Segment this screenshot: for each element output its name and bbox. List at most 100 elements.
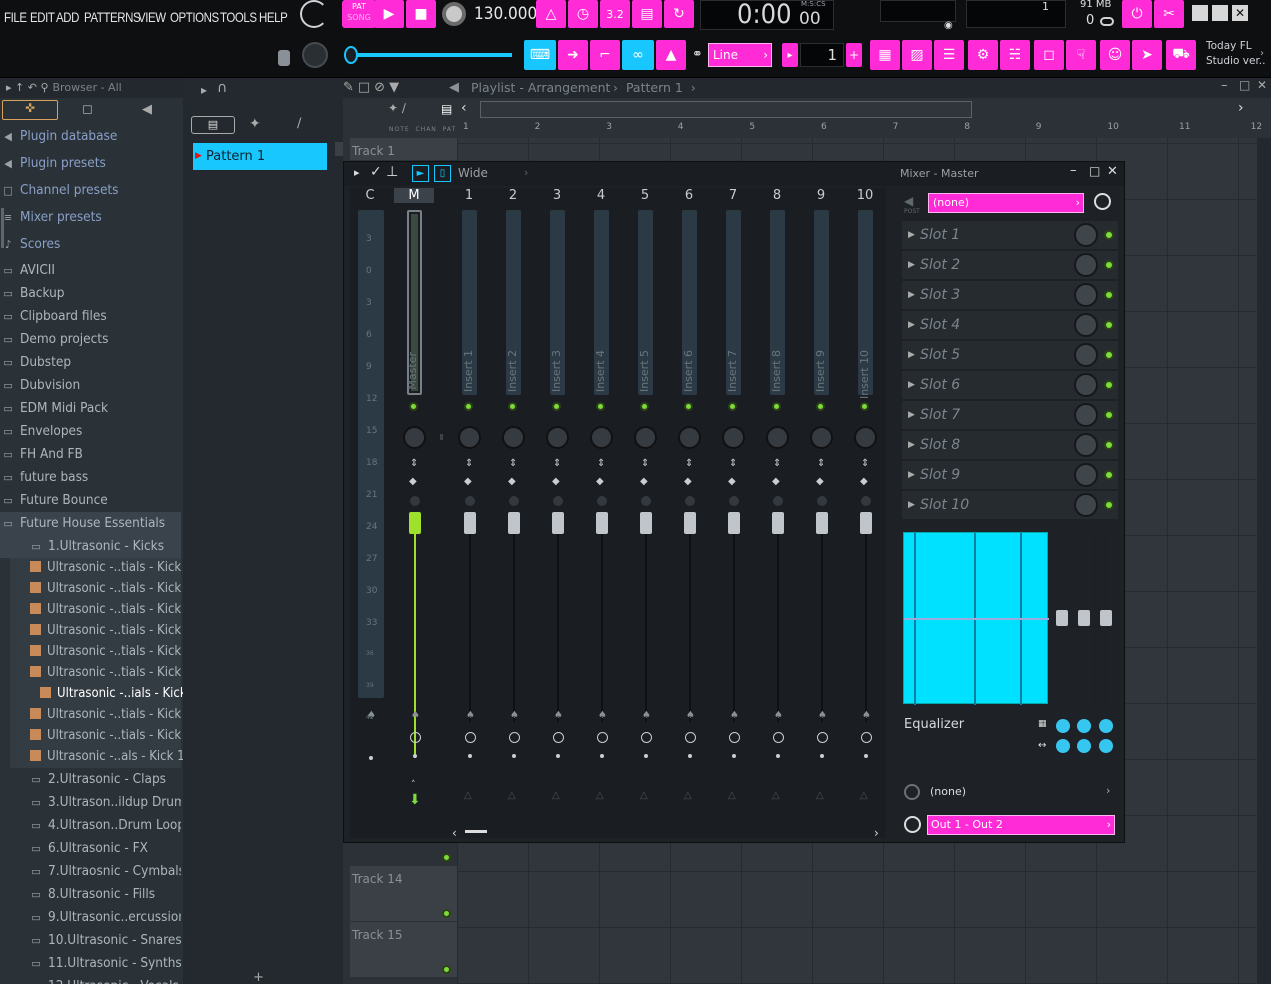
route-arrow-icon[interactable]: △ [728, 790, 736, 801]
browser-item[interactable]: ▭ Clipboard files [0, 305, 181, 328]
stereo-knob[interactable] [410, 496, 420, 506]
latency-clock-icon[interactable] [773, 732, 784, 743]
pattern-item[interactable]: ▶ Pattern 1 [193, 143, 327, 170]
sample-file[interactable]: Ultrasonic -..tials - Kick 4 [10, 621, 192, 642]
sample-file[interactable]: Ultrasonic -..ials - Kick 7 [10, 684, 198, 705]
time-ruler[interactable]: 1 2 3 4 5 6 7 8 9 10 11 12 [461, 122, 1271, 136]
stereo-swap-icon[interactable]: ⇕ [861, 459, 869, 469]
eq-bandwidth-knob[interactable] [1056, 719, 1070, 733]
effect-slot[interactable]: ▶ Slot 2 [902, 251, 1118, 279]
pan-knob[interactable] [546, 426, 569, 449]
snap-selector[interactable]: Line › [708, 43, 772, 67]
eq-freq-knob[interactable] [1077, 739, 1091, 753]
stereo-knob[interactable] [465, 496, 475, 506]
channel-header[interactable]: 2 [493, 188, 533, 203]
insert-enable-led[interactable] [640, 402, 649, 411]
slot-mix-knob[interactable] [1074, 343, 1098, 367]
pattern-view-piano[interactable]: ▤ [191, 116, 235, 134]
effect-slot[interactable]: ▶ Slot 10 [902, 491, 1118, 519]
route-dot[interactable] [732, 754, 736, 758]
channel-header[interactable]: 5 [625, 188, 665, 203]
arm-record-icon[interactable]: ♠ [554, 710, 563, 721]
route-up-icon[interactable]: ˄ [411, 780, 416, 790]
browser-tab-files[interactable]: ◻ [82, 102, 93, 117]
channel-header[interactable]: 1 [449, 188, 489, 203]
pattern-number[interactable]: 1 [800, 43, 844, 67]
menu-patterns[interactable]: PATTERNS [84, 9, 141, 25]
browser-item[interactable]: ▭ Dubvision [0, 374, 181, 397]
route-arrow-icon[interactable]: △ [684, 790, 692, 801]
audio-clip-icon[interactable]: ✦ [249, 116, 261, 132]
sep-icon[interactable]: ◆ [508, 476, 516, 487]
step-edit-button[interactable]: ▤ [632, 0, 662, 28]
pattern-scroll-handle[interactable] [335, 142, 343, 156]
effect-slot[interactable]: ▶ Slot 6 [902, 371, 1118, 399]
browser-item[interactable]: ◀ Plugin database [0, 125, 181, 148]
browser-item[interactable]: ♪ Scores [0, 233, 181, 256]
playlist-button[interactable]: ▦ [870, 40, 900, 70]
slot-mix-knob[interactable] [1074, 403, 1098, 427]
effect-slot[interactable]: ▶ Slot 1 [902, 221, 1118, 249]
input-preset-selector[interactable]: (none) › [928, 193, 1084, 213]
insert-enable-led[interactable] [816, 402, 825, 411]
send-preset-value[interactable]: (none) [930, 785, 966, 798]
sep-icon[interactable]: ◆ [816, 476, 824, 487]
sample-file[interactable]: Ultrasonic -..tials - Kick 3 [10, 600, 192, 621]
browser-tab-plugins[interactable]: ◀ [142, 102, 152, 117]
slot-enable-led[interactable] [1104, 500, 1114, 510]
browser-folder[interactable]: ▭ 2.Ultrasonic - Claps [0, 768, 181, 791]
view-mode-a-button[interactable]: ► [412, 165, 429, 182]
stereo-swap-icon[interactable]: ⇕ [465, 459, 473, 469]
channel-header[interactable]: M [394, 188, 434, 203]
blend-notes-button[interactable]: ⌐ [590, 40, 620, 70]
stereo-swap-icon[interactable]: ⇕ [729, 459, 737, 469]
browser-item[interactable]: ▭ Demo projects [0, 328, 181, 351]
browser-folder[interactable]: ▭ 4.Ultrason..Drum Loops [0, 814, 181, 837]
mixer-tool-icons[interactable]: ✓ ⊥ [370, 164, 398, 180]
browser-nav-icon[interactable]: ▸ ↑ ↶ ⚲ [6, 81, 49, 94]
menu-view[interactable]: VIEW [138, 9, 166, 25]
multilink-button[interactable]: ∞ [622, 40, 654, 70]
latency-clock-icon[interactable] [597, 732, 608, 743]
sample-file[interactable]: Ultrasonic -..als - Kick 10 [10, 747, 192, 768]
route-dot[interactable] [600, 754, 604, 758]
plugin-db-button[interactable]: ☟ [1066, 40, 1096, 70]
eq-low-fader[interactable] [1056, 610, 1068, 626]
track-header-14[interactable]: Track 14 [350, 866, 457, 921]
route-arrow-icon[interactable]: △ [596, 790, 604, 801]
sample-file[interactable]: Ultrasonic -..tials - Kick 5 [10, 642, 192, 663]
stereo-swap-icon[interactable]: ⇕ [641, 459, 649, 469]
route-dot[interactable] [512, 754, 516, 758]
maximize-button[interactable] [1212, 5, 1228, 21]
browser-item[interactable]: ▭ EDM Midi Pack [0, 397, 181, 420]
browser-tab-all[interactable]: ✜ [2, 100, 58, 120]
track-14-led[interactable] [442, 909, 451, 918]
slot-mix-knob[interactable] [1074, 253, 1098, 277]
stereo-knob[interactable] [641, 496, 651, 506]
insert-enable-led[interactable] [409, 402, 418, 411]
stereo-swap-icon[interactable]: ⇕ [509, 459, 517, 469]
stereo-knob[interactable] [597, 496, 607, 506]
strips-scroll-right[interactable]: › [874, 826, 879, 840]
slot-mix-knob[interactable] [1074, 313, 1098, 337]
pan-knob[interactable] [590, 426, 613, 449]
stereo-swap-icon[interactable]: ⇕ [553, 459, 561, 469]
route-dot[interactable] [864, 754, 868, 758]
sep-icon[interactable]: ◆ [684, 476, 692, 487]
sep-icon[interactable]: ◆ [772, 476, 780, 487]
pan-knob[interactable] [634, 426, 657, 449]
arm-record-icon[interactable]: ♠ [411, 710, 420, 721]
pan-knob[interactable] [722, 426, 745, 449]
channel-rack-button[interactable]: ☰ [934, 40, 964, 70]
eq-bandwidth-knob[interactable] [1077, 719, 1091, 733]
menu-help[interactable]: HELP [259, 9, 288, 25]
browser-item[interactable]: ◀ Plugin presets [0, 152, 181, 175]
slot-enable-led[interactable] [1104, 320, 1114, 330]
slot-enable-led[interactable] [1104, 410, 1114, 420]
slot-enable-led[interactable] [1104, 350, 1114, 360]
arm-record-icon[interactable]: ♠ [510, 710, 519, 721]
insert-enable-led[interactable] [728, 402, 737, 411]
arm-record-icon[interactable]: ♠ [642, 710, 651, 721]
route-dot[interactable] [644, 754, 648, 758]
browser-item[interactable]: ▭ FH And FB [0, 443, 181, 466]
